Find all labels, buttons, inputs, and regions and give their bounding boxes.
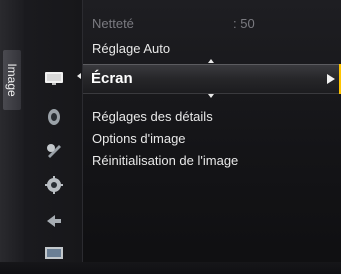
menu-item-reglages-details[interactable]: Réglages des détails <box>92 109 213 124</box>
category-tab-label-box[interactable]: Image <box>3 50 21 110</box>
settings-icon[interactable] <box>43 175 65 195</box>
application-icon[interactable] <box>43 243 65 263</box>
nettete-value: : 50 <box>233 16 255 31</box>
input-icon[interactable] <box>43 211 65 231</box>
back-indicator <box>77 73 81 79</box>
sound-icon[interactable] <box>43 107 65 127</box>
icon-column <box>24 0 83 274</box>
menu-item-reinitialisation[interactable]: Réinitialisation de l'image <box>92 153 238 168</box>
category-tab: Image <box>0 0 24 274</box>
bottom-bar <box>0 262 341 274</box>
menu-item-reglage-auto[interactable]: Réglage Auto <box>92 41 170 56</box>
menu-item-ecran-label: Écran <box>91 70 133 87</box>
scroll-down-indicator <box>208 94 214 98</box>
menu-item-options-image[interactable]: Options d'image <box>92 131 186 146</box>
category-tab-label: Image <box>5 63 19 97</box>
osd-menu: Image Netteté: 50 Réglage Auto Écran Ré… <box>0 0 341 274</box>
submenu-arrow-icon <box>327 74 335 84</box>
menu-item-nettete[interactable]: Netteté <box>92 16 134 31</box>
picture-icon[interactable] <box>43 68 65 88</box>
menu-item-ecran[interactable]: Écran <box>83 64 341 94</box>
scroll-up-indicator <box>208 59 214 63</box>
setup-icon[interactable] <box>43 141 65 161</box>
